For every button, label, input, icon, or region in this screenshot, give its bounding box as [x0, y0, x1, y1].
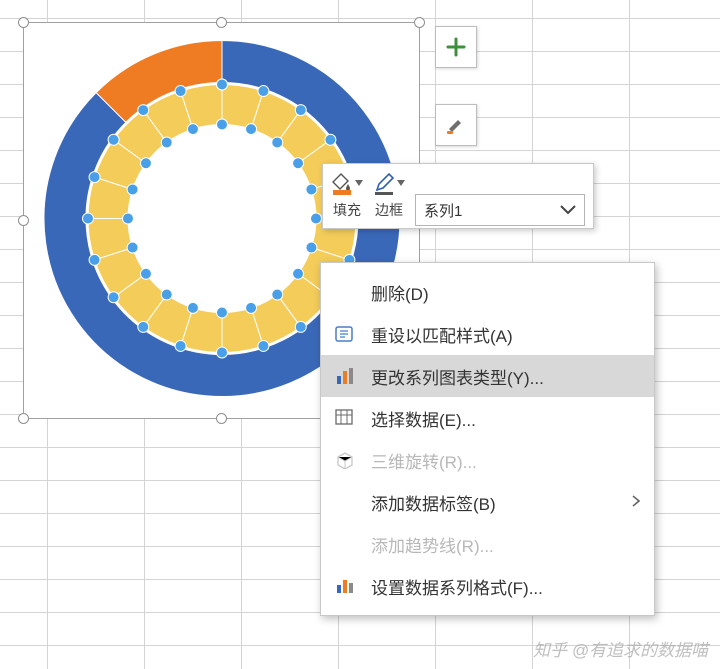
menu-change-chart-type[interactable]: 更改系列图表类型(Y)... — [321, 355, 654, 397]
menu-delete[interactable]: 删除(D) — [321, 271, 654, 313]
menu-3d-rotation: 三维旋转(R)... — [321, 439, 654, 481]
chevron-right-icon — [632, 495, 640, 507]
menu-reset-style[interactable]: 重设以匹配样式(A) — [321, 313, 654, 355]
menu-format-series[interactable]: 设置数据系列格式(F)... — [321, 565, 654, 607]
resize-handle-nw[interactable] — [18, 17, 29, 28]
series-selector[interactable]: 系列1 — [415, 194, 585, 226]
fill-swatch — [333, 190, 351, 195]
resize-handle-ne[interactable] — [414, 17, 425, 28]
menu-select-data[interactable]: 选择数据(E)... — [321, 397, 654, 439]
outline-dropdown[interactable]: 边框 — [373, 170, 405, 220]
fill-dropdown[interactable]: 填充 — [331, 170, 363, 220]
mini-toolbar: 填充 边框 系列1 — [322, 163, 594, 229]
outline-label: 边框 — [375, 200, 403, 220]
chevron-down-icon — [397, 180, 405, 186]
chevron-down-icon — [355, 180, 363, 186]
fill-label: 填充 — [333, 200, 361, 220]
cube-icon — [335, 451, 355, 469]
reset-style-icon — [335, 325, 355, 343]
resize-handle-sw[interactable] — [18, 413, 29, 424]
outline-swatch — [375, 192, 393, 195]
context-menu: 删除(D) 重设以匹配样式(A) 更改系列图表类型(Y)... 选择数据(E).… — [320, 262, 655, 616]
menu-add-trendline: 添加趋势线(R)... — [321, 523, 654, 565]
format-series-icon — [335, 577, 355, 595]
resize-handle-s[interactable] — [216, 413, 227, 424]
chart-elements-button[interactable] — [435, 26, 477, 68]
brush-icon — [445, 114, 467, 136]
menu-add-data-labels[interactable]: 添加数据标签(B) — [321, 481, 654, 523]
plus-icon — [446, 37, 466, 57]
chart-styles-button[interactable] — [435, 104, 477, 146]
resize-handle-n[interactable] — [216, 17, 227, 28]
select-data-icon — [335, 409, 355, 427]
chevron-down-icon — [560, 205, 576, 215]
resize-handle-w[interactable] — [18, 215, 29, 226]
series-selector-value: 系列1 — [424, 200, 462, 221]
chart-type-icon — [335, 367, 355, 385]
